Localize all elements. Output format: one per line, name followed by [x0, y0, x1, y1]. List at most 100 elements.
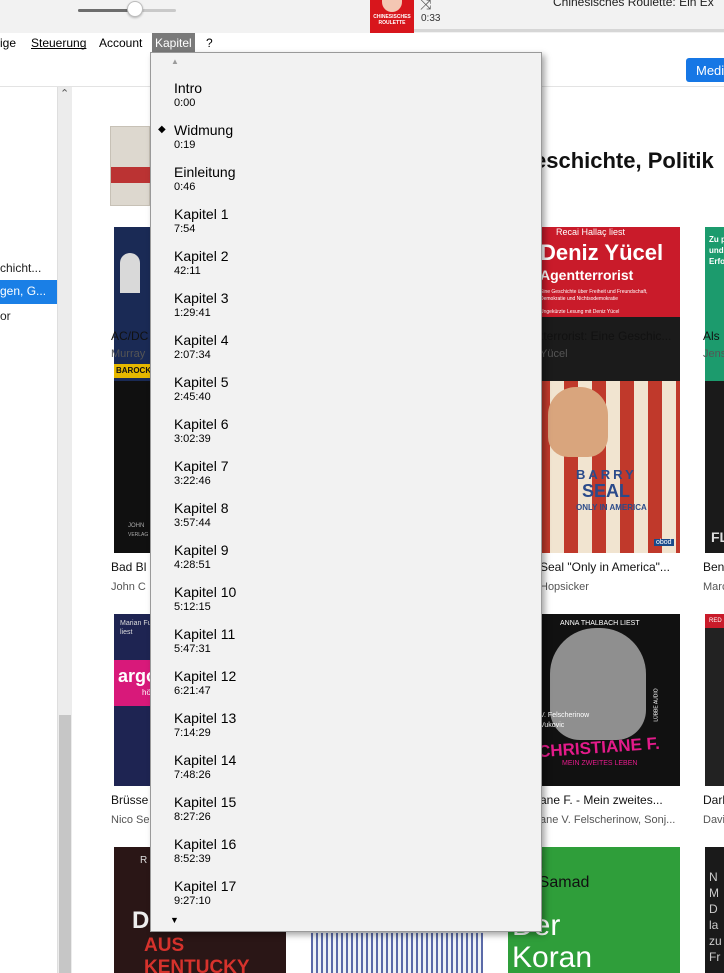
shuffle-icon[interactable]: ⤨	[420, 0, 431, 13]
tile-title[interactable]: Darl	[703, 793, 724, 807]
menu-item-steuerung[interactable]: Steuerung	[31, 36, 86, 50]
chapter-item[interactable]: Kapitel 14 7:48:26	[151, 752, 541, 794]
tile-art-text-2: Deniz Yücel	[540, 240, 664, 265]
sidebar-item-selected[interactable]: gen, G...	[0, 280, 57, 304]
chapter-time: 0:19	[174, 139, 196, 151]
tile-subtitle[interactable]: John C	[111, 581, 146, 593]
chapter-time: 8:52:39	[174, 853, 211, 865]
menu-item-kapitel[interactable]: Kapitel	[152, 33, 195, 52]
chapter-time: 8:27:26	[174, 811, 211, 823]
tile-title[interactable]: Als	[703, 329, 720, 343]
menu-item-account[interactable]: Account	[99, 36, 142, 50]
chapter-item[interactable]: Kapitel 6 3:02:39	[151, 416, 541, 458]
scroll-thumb[interactable]	[59, 715, 71, 973]
chapter-item[interactable]: Kapitel 15 8:27:26	[151, 794, 541, 836]
tile-art-text-3: AUS KENTUCKY	[144, 935, 250, 973]
tile-subtitle[interactable]: Jens	[703, 348, 724, 360]
chapter-item[interactable]: Kapitel 13 7:14:29	[151, 710, 541, 752]
album-tile-dark[interactable]: N M D la zu Fr	[705, 847, 724, 973]
chapter-time: 7:14:29	[174, 727, 211, 739]
tile-title[interactable]: ane F. - Mein zweites...	[540, 793, 663, 807]
tile-subtitle[interactable]: Marc	[703, 581, 724, 593]
volume-knob[interactable]	[126, 1, 143, 17]
chapter-name: Kapitel 12	[174, 668, 237, 684]
chapter-name: Kapitel 5	[174, 374, 229, 390]
tile-subtitle[interactable]: ane V. Felscherinow, Sonj...	[540, 814, 675, 826]
chapter-time: 2:07:34	[174, 349, 211, 361]
scroll-up-icon[interactable]: ⌃	[60, 87, 69, 100]
mediathek-button[interactable]: Medi	[686, 58, 724, 82]
chapter-time: 3:22:46	[174, 475, 211, 487]
artwork-face	[382, 0, 402, 12]
tile-title[interactable]: Bad Bl	[111, 560, 146, 574]
menu-label-kapitel: Kapitel	[155, 36, 192, 50]
chapter-item[interactable]: Kapitel 2 42:11	[151, 248, 541, 290]
tile-subtitle[interactable]: Nico Se	[111, 814, 150, 826]
chapter-time: 0:00	[174, 97, 196, 109]
chapter-name: Kapitel 17	[174, 878, 237, 894]
chapter-name: Kapitel 6	[174, 416, 229, 432]
album-tile-als[interactable]: Zu p und Erfo	[705, 227, 724, 399]
playback-progress[interactable]	[414, 29, 724, 32]
chapter-item[interactable]: Kapitel 1 7:54	[151, 206, 541, 248]
chapter-item[interactable]: ◆ Widmung 0:19	[151, 122, 541, 164]
menu-item-anzeige[interactable]: ige	[0, 36, 16, 50]
tile-art-text-2: SEAL	[582, 481, 631, 501]
tile-art-text-2: D	[132, 907, 150, 934]
chapter-item[interactable]: Kapitel 4 2:07:34	[151, 332, 541, 374]
chapter-item[interactable]: Kapitel 16 8:52:39	[151, 836, 541, 878]
tile-waveform	[311, 933, 483, 973]
sidebar-item-geschichte[interactable]: chicht...	[0, 257, 57, 281]
chapter-item[interactable]: Einleitung 0:46	[151, 164, 541, 206]
now-playing-artwork[interactable]: CHINESISCHES ROULETTE	[370, 0, 414, 33]
chapter-item[interactable]: Kapitel 5 2:45:40	[151, 374, 541, 416]
tile-art-text-2: VERLAG	[128, 532, 149, 538]
tile-art-text-4: obod	[654, 539, 674, 546]
tile-title[interactable]: tterrorist: Eine Geschic...	[540, 329, 671, 343]
tile-portrait	[548, 387, 608, 457]
tile-art-text: FL	[711, 529, 724, 545]
scroll-down-arrow-icon[interactable]: ▼	[170, 915, 179, 925]
chapter-item[interactable]: Kapitel 12 6:21:47	[151, 668, 541, 710]
scroll-up-arrow-icon[interactable]: ▲	[171, 57, 179, 66]
tile-art-text-1: N	[709, 870, 718, 884]
chapter-item[interactable]: Kapitel 3 1:29:41	[151, 290, 541, 332]
chapter-item[interactable]: Kapitel 11 5:47:31	[151, 626, 541, 668]
section-title: eschichte, Politik	[534, 148, 714, 173]
artwork-text-2: ROULETTE	[378, 20, 406, 26]
tile-subtitle[interactable]: Yücel	[540, 348, 568, 360]
sidebar-scrollbar[interactable]: ⌃	[57, 87, 72, 973]
chapter-name: Kapitel 16	[174, 836, 237, 852]
chapter-time: 6:21:47	[174, 685, 211, 697]
tile-title[interactable]: Brüsse	[111, 793, 148, 807]
tile-subtitle[interactable]: Murray	[111, 348, 145, 360]
chapter-time: 42:11	[174, 265, 201, 277]
tile-art-text-5: MEIN ZWEITES LEBEN	[562, 760, 638, 767]
chapter-item[interactable]: Kapitel 17 9:27:10	[151, 878, 541, 920]
album-tile-darl[interactable]: RED	[705, 614, 724, 786]
album-tile-ben[interactable]: FL	[705, 381, 724, 553]
chapter-time: 3:02:39	[174, 433, 211, 445]
tile-art-text-1: ANNA THALBACH LIEST	[560, 620, 640, 627]
chapter-item[interactable]: Kapitel 9 4:28:51	[151, 542, 541, 584]
tile-subtitle[interactable]: Davi	[703, 814, 724, 826]
tile-title[interactable]: AC/DC	[111, 329, 148, 343]
tile-subtitle[interactable]: Hopsicker	[540, 581, 589, 593]
chapter-time: 5:12:15	[174, 601, 211, 613]
chapter-name: Kapitel 7	[174, 458, 229, 474]
menu-item-help[interactable]: ?	[206, 36, 213, 50]
chapter-item[interactable]: Kapitel 7 3:22:46	[151, 458, 541, 500]
tile-title[interactable]: Ben	[703, 560, 724, 574]
elapsed-time: 0:33	[421, 13, 441, 24]
sidebar-item-humor[interactable]: or	[0, 305, 57, 329]
tile-title[interactable]: Seal "Only in America"...	[540, 560, 670, 574]
chapter-item[interactable]: Kapitel 8 3:57:44	[151, 500, 541, 542]
tile-art-text: BAROCK	[114, 364, 151, 378]
chapter-name: Kapitel 2	[174, 248, 229, 264]
tile-art-text-5: Ungekürzte Lesung mit Deniz Yücel	[540, 309, 620, 315]
header-artwork-band	[111, 167, 151, 183]
chapter-item[interactable]: Kapitel 10 5:12:15	[151, 584, 541, 626]
chapter-time: 0:46	[174, 181, 196, 193]
tile-art-text-3: ONLY IN AMERICA	[576, 503, 647, 512]
chapter-item[interactable]: Intro 0:00	[151, 80, 541, 122]
